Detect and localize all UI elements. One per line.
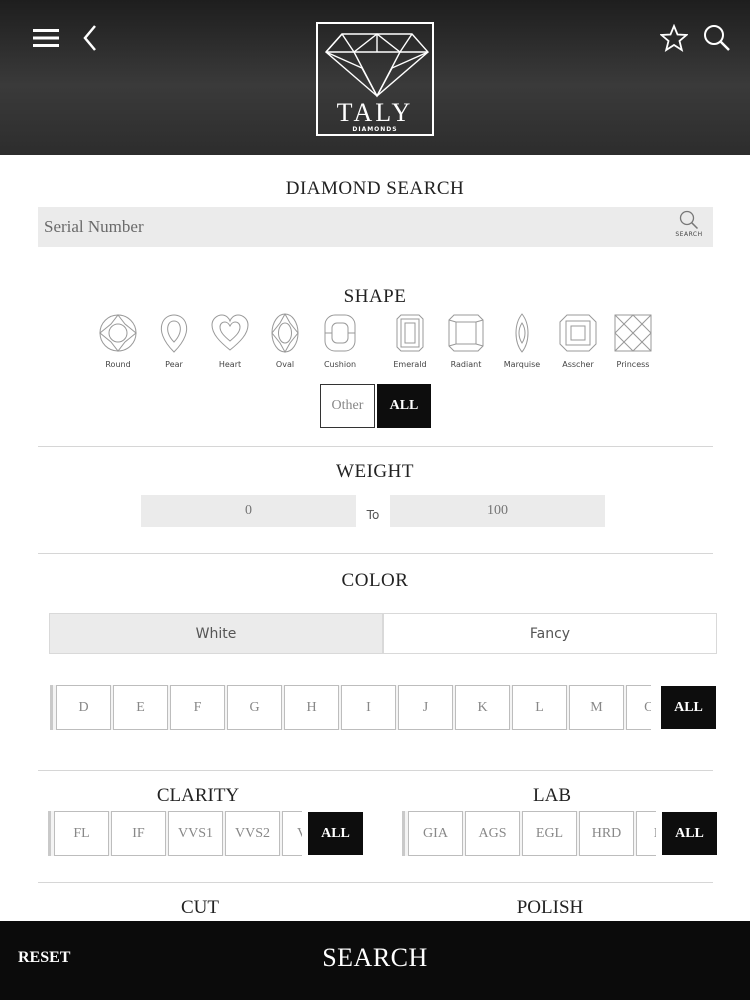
lab-gia[interactable]: GIA	[408, 811, 463, 856]
heart-diamond-icon	[211, 314, 249, 351]
section-divider	[38, 553, 713, 554]
search-icon	[679, 210, 699, 230]
color-grade-l[interactable]: L	[512, 685, 567, 730]
clarity-grade-vvs2[interactable]: VVS2	[225, 811, 280, 856]
brand-logo: TALY DIAMONDS	[316, 22, 434, 136]
clarity-all-button[interactable]: ALL	[308, 812, 363, 855]
color-grade-d[interactable]: D	[56, 685, 111, 730]
app-header: TALY DIAMONDS	[0, 0, 750, 155]
lab-hrd[interactable]: HRD	[579, 811, 634, 856]
serial-number-input[interactable]	[44, 207, 644, 247]
cut-title: CUT	[181, 897, 219, 918]
shape-title: SHAPE	[343, 286, 407, 307]
header-search-button[interactable]	[697, 18, 737, 58]
round-diamond-icon	[99, 314, 137, 352]
princess-diamond-icon	[614, 314, 652, 352]
search-icon	[704, 25, 730, 51]
serial-search-label: SEARCH	[675, 231, 703, 238]
section-divider	[38, 770, 713, 771]
color-grade-g[interactable]: G	[227, 685, 282, 730]
weight-title: WEIGHT	[336, 461, 414, 482]
shape-cushion[interactable]: Cushion	[312, 312, 368, 374]
color-title: COLOR	[341, 570, 409, 591]
lab-scroller[interactable]: GIA AGS EGL HRD IGI	[402, 811, 656, 856]
clarity-grade-fl[interactable]: FL	[54, 811, 109, 856]
marquise-diamond-icon	[515, 313, 529, 353]
pear-diamond-icon	[160, 314, 188, 353]
color-tab-fancy[interactable]: Fancy	[383, 613, 717, 654]
star-icon	[660, 24, 688, 52]
lab-title: LAB	[533, 785, 571, 806]
serial-search-button[interactable]: SEARCH	[671, 210, 707, 244]
section-divider	[38, 446, 713, 447]
clarity-grade-if[interactable]: IF	[111, 811, 166, 856]
color-grade-h[interactable]: H	[284, 685, 339, 730]
shape-other-button[interactable]: Other	[320, 384, 375, 428]
emerald-diamond-icon	[396, 314, 424, 352]
lab-ags[interactable]: AGS	[465, 811, 520, 856]
back-chevron-icon	[83, 25, 96, 51]
cushion-diamond-icon	[324, 314, 356, 352]
brand-subtitle: DIAMONDS	[352, 126, 398, 133]
weight-min-input[interactable]	[141, 495, 356, 527]
shape-label: Princess	[616, 360, 650, 369]
color-tab-white[interactable]: White	[49, 613, 383, 654]
shape-all-button[interactable]: ALL	[377, 384, 431, 428]
clarity-grade-vvs1[interactable]: VVS1	[168, 811, 223, 856]
shape-label: Cushion	[323, 360, 357, 369]
diamond-search-title: DIAMOND SEARCH	[285, 178, 465, 199]
color-grade-other[interactable]: OT	[626, 685, 651, 730]
favorites-button[interactable]	[654, 18, 694, 58]
clarity-grade-vs1[interactable]: VS1	[282, 811, 302, 856]
section-divider	[38, 882, 713, 883]
weight-to-label: To	[366, 508, 380, 522]
menu-button[interactable]	[26, 18, 66, 58]
color-grade-i[interactable]: I	[341, 685, 396, 730]
color-grade-scroller[interactable]: D E F G H I J K L M OT	[50, 685, 651, 730]
lab-all-button[interactable]: ALL	[662, 812, 717, 855]
color-all-button[interactable]: ALL	[661, 686, 716, 729]
lab-igi[interactable]: IGI	[636, 811, 656, 856]
back-button[interactable]	[70, 18, 110, 58]
color-grade-k[interactable]: K	[455, 685, 510, 730]
lab-egl[interactable]: EGL	[522, 811, 577, 856]
brand-name: TALY	[336, 98, 414, 127]
color-grade-e[interactable]: E	[113, 685, 168, 730]
asscher-diamond-icon	[559, 314, 597, 352]
clarity-title: CLARITY	[156, 785, 240, 806]
polish-title: POLISH	[516, 897, 584, 918]
clarity-grade-scroller[interactable]: FL IF VVS1 VVS2 VS1	[48, 811, 302, 856]
oval-diamond-icon	[271, 313, 299, 354]
search-submit-button[interactable]: SEARCH	[300, 943, 450, 973]
serial-search-bar: SEARCH	[38, 207, 713, 247]
color-grade-f[interactable]: F	[170, 685, 225, 730]
menu-icon	[33, 29, 59, 47]
bottom-action-bar: RESET SEARCH	[0, 921, 750, 1000]
color-grade-j[interactable]: J	[398, 685, 453, 730]
radiant-diamond-icon	[448, 314, 484, 352]
shape-princess[interactable]: Princess	[605, 312, 661, 374]
weight-max-input[interactable]	[390, 495, 605, 527]
color-grade-m[interactable]: M	[569, 685, 624, 730]
diamond-logo-icon	[325, 33, 429, 98]
reset-button[interactable]: RESET	[18, 949, 70, 967]
